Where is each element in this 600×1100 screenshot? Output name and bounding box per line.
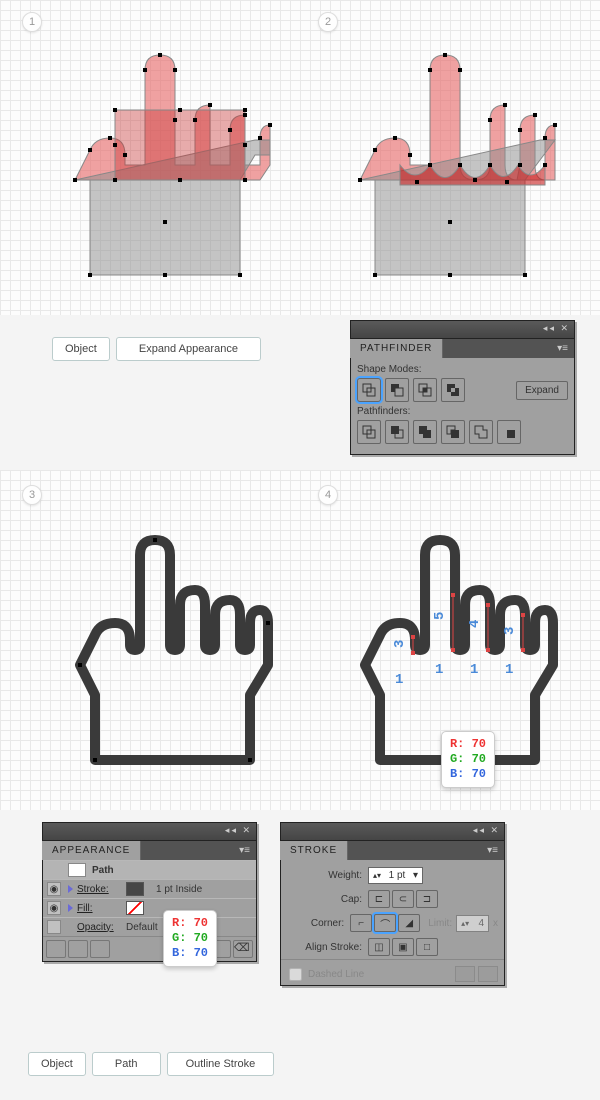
intersect-mode[interactable]: [413, 378, 437, 402]
align-stroke-label: Align Stroke:: [287, 942, 362, 953]
appearance-panel: ◂◂ ✕ APPEARANCE ▾≡ Path ◉ Stroke: 1 pt Insi…: [42, 822, 257, 962]
step-badge-1: 1: [22, 12, 42, 32]
svg-text:1: 1: [435, 662, 443, 678]
dashed-checkbox[interactable]: [289, 968, 302, 981]
hand-shape-2: [340, 30, 570, 300]
trim-mode[interactable]: [385, 420, 409, 444]
expand-button[interactable]: Expand: [516, 381, 568, 400]
minus-front-mode[interactable]: [385, 378, 409, 402]
expand-toggle[interactable]: [68, 885, 73, 893]
cap-butt[interactable]: ⊏: [368, 890, 390, 908]
corner-label: Corner:: [287, 918, 344, 929]
corner-bevel[interactable]: ◢: [398, 914, 420, 932]
corner-round[interactable]: ⌒: [374, 914, 396, 932]
step-badge-2: 2: [318, 12, 338, 32]
panel-menu-icon[interactable]: ▾≡: [239, 845, 250, 856]
outline-mode[interactable]: [469, 420, 493, 444]
stroke-panel: ◂◂ ✕ STROKE ▾≡ Weight: ▴▾1 pt▾ Cap: ⊏⊂⊐ Cor…: [280, 822, 505, 986]
opacity-link[interactable]: Opacity:: [77, 922, 122, 933]
visibility-toggle[interactable]: ◉: [47, 901, 61, 915]
delete-button[interactable]: ⌫: [233, 940, 253, 958]
rgb-badge-1: R: 70G: 70B: 70: [441, 731, 495, 788]
hand-outline-1: [50, 505, 290, 795]
align-center[interactable]: ◫: [368, 938, 390, 956]
object-button-2[interactable]: Object: [28, 1052, 86, 1076]
visibility-toggle[interactable]: [47, 920, 61, 934]
controls-section-2: ◂◂ ✕ APPEARANCE ▾≡ Path ◉ Stroke: 1 pt Insi…: [0, 810, 600, 1030]
window-controls[interactable]: ◂◂ ✕: [473, 825, 500, 836]
expand-toggle[interactable]: [68, 904, 73, 912]
fill-link[interactable]: Fill:: [77, 903, 122, 914]
exclude-mode[interactable]: [441, 378, 465, 402]
align-inside[interactable]: ▣: [392, 938, 414, 956]
path-label: Path: [92, 865, 114, 876]
weight-label: Weight:: [287, 870, 362, 881]
svg-text:1: 1: [470, 662, 478, 678]
stroke-value: 1 pt Inside: [156, 884, 202, 895]
step-badge-3: 3: [22, 485, 42, 505]
dash-opt-1: [455, 966, 475, 982]
divide-mode[interactable]: [357, 420, 381, 444]
dash-opt-2: [478, 966, 498, 982]
unite-mode[interactable]: [357, 378, 381, 402]
shape-modes-label: Shape Modes:: [357, 364, 568, 375]
window-controls[interactable]: ◂◂ ✕: [543, 323, 570, 334]
svg-text:1: 1: [395, 672, 403, 688]
cap-square[interactable]: ⊐: [416, 890, 438, 908]
visibility-toggle[interactable]: ◉: [47, 882, 61, 896]
controls-section-1: Object Expand Appearance ◂◂ ✕ PATHFINDER…: [0, 315, 600, 470]
weight-field[interactable]: ▴▾1 pt▾: [368, 867, 423, 884]
tutorial-panel-2: 3 4 5 4 3 3 1 1 1 1 R: 70G: 70B: 70: [0, 470, 600, 810]
panel-menu-icon[interactable]: ▾≡: [487, 845, 498, 856]
minus-back-mode[interactable]: [497, 420, 521, 444]
pathfinders-label: Pathfinders:: [357, 406, 568, 417]
expand-appearance-button[interactable]: Expand Appearance: [116, 337, 261, 361]
appearance-tab[interactable]: APPEARANCE: [42, 841, 141, 860]
crop-mode[interactable]: [441, 420, 465, 444]
cap-label: Cap:: [287, 894, 362, 905]
cap-round[interactable]: ⊂: [392, 890, 414, 908]
step-badge-4: 4: [318, 485, 338, 505]
pathfinder-panel: ◂◂ ✕ PATHFINDER ▾≡ Shape Modes: Expand Pa…: [350, 320, 575, 455]
add-fill-button[interactable]: [90, 940, 110, 958]
svg-text:5: 5: [432, 612, 448, 620]
hand-shape-1: [55, 30, 285, 300]
stroke-link[interactable]: Stroke:: [77, 884, 122, 895]
new-art-button[interactable]: [46, 940, 66, 958]
panel-titlebar: ◂◂ ✕: [351, 321, 574, 339]
dashed-label: Dashed Line: [308, 969, 364, 980]
stroke-tab[interactable]: STROKE: [280, 841, 348, 860]
panel-menu-icon[interactable]: ▾≡: [557, 343, 568, 354]
pathfinder-tab[interactable]: PATHFINDER: [350, 339, 443, 358]
add-stroke-button[interactable]: [68, 940, 88, 958]
limit-field: ▴▾4: [456, 915, 489, 932]
corner-miter[interactable]: ⌐: [350, 914, 372, 932]
fill-swatch[interactable]: [126, 901, 144, 915]
stroke-swatch[interactable]: [126, 882, 144, 896]
svg-text:1: 1: [505, 662, 513, 678]
rgb-badge-2: R: 70G: 70B: 70: [163, 910, 217, 967]
path-button[interactable]: Path: [92, 1052, 161, 1076]
outline-stroke-button[interactable]: Outline Stroke: [167, 1052, 275, 1076]
window-controls[interactable]: ◂◂ ✕: [225, 825, 252, 836]
bottom-button-bar: Object Path Outline Stroke: [0, 1030, 600, 1100]
limit-label: Limit:: [428, 918, 452, 929]
tutorial-panel-1: 1 2: [0, 0, 600, 315]
panel-titlebar: ◂◂ ✕: [43, 823, 256, 841]
object-button[interactable]: Object: [52, 337, 110, 361]
svg-text:3: 3: [502, 627, 518, 635]
merge-mode[interactable]: [413, 420, 437, 444]
svg-text:4: 4: [467, 620, 483, 628]
opacity-value: Default: [126, 922, 158, 933]
align-outside[interactable]: □: [416, 938, 438, 956]
panel-titlebar: ◂◂ ✕: [281, 823, 504, 841]
svg-text:3: 3: [392, 640, 408, 648]
